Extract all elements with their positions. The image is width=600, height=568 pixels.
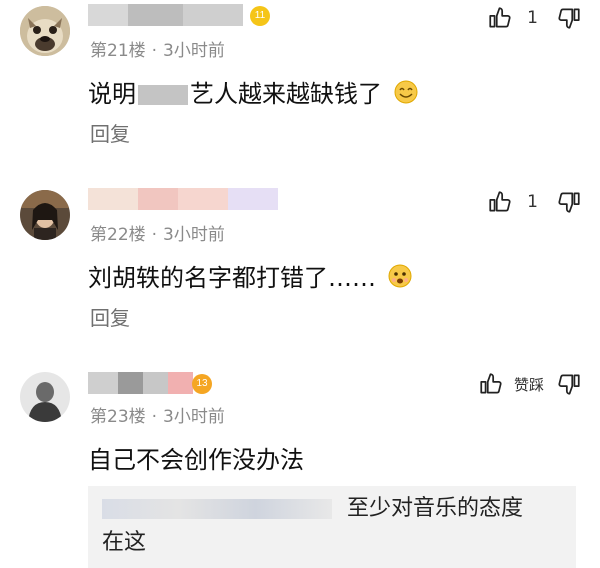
- floor-number: 第21楼: [90, 41, 146, 61]
- vote-actions: 1: [487, 3, 582, 33]
- quoted-reply[interactable]: 至少对音乐的态度 在这: [88, 486, 576, 568]
- quoted-text-line2: 在这: [102, 530, 147, 555]
- comment-text: 刘胡轶的名字都打错了……: [88, 258, 412, 294]
- quoted-text: 至少对音乐的态度: [347, 496, 524, 521]
- like-label[interactable]: 赞: [514, 374, 529, 395]
- separator-dot: ·: [151, 225, 158, 245]
- thumb-down-icon[interactable]: [556, 371, 582, 397]
- redacted-text: [138, 85, 188, 105]
- floor-number: 第23楼: [90, 407, 146, 427]
- username-blurred[interactable]: [88, 188, 288, 212]
- avatar[interactable]: [20, 190, 70, 240]
- vote-actions: 赞踩: [478, 369, 582, 399]
- separator-dot: ·: [151, 41, 158, 61]
- dislike-label[interactable]: 踩: [529, 374, 544, 395]
- like-count: 1: [527, 192, 538, 212]
- username-blurred[interactable]: [88, 372, 198, 396]
- post-time: 3小时前: [163, 225, 225, 245]
- comment-floor-23: 13 赞踩 第23楼 · 3小时前 自己不会创作没办法 至少对音乐的态度 在这: [0, 362, 600, 568]
- level-badge: 11: [250, 6, 270, 26]
- avatar[interactable]: [20, 372, 70, 422]
- comment-text-part: 艺人越来越缺钱了: [190, 80, 382, 108]
- separator-dot: ·: [151, 407, 158, 427]
- quoted-reply-line: 至少对音乐的态度: [102, 492, 562, 526]
- comment-text-part: 刘胡轶的名字都打错了……: [88, 264, 376, 292]
- comment-meta: 第22楼 · 3小时前: [90, 220, 225, 245]
- level-badge: 13: [192, 374, 212, 394]
- like-count: 1: [527, 8, 538, 28]
- comment-text: 说明 艺人越来越缺钱了: [88, 74, 418, 110]
- thumb-up-icon[interactable]: [487, 5, 513, 31]
- comment-floor-21: 11 1 第21楼 · 3小时前 说明 艺人越来越缺钱了 回复: [0, 0, 600, 170]
- username-blurred[interactable]: [88, 4, 248, 28]
- floor-number: 第22楼: [90, 225, 146, 245]
- post-time: 3小时前: [163, 407, 225, 427]
- comment-text-part: 说明: [88, 80, 136, 108]
- redacted-username: [102, 499, 332, 519]
- comment-text: 自己不会创作没办法: [88, 446, 304, 474]
- comment-meta: 第23楼 · 3小时前: [90, 402, 225, 427]
- shock-emoji-icon: [388, 264, 412, 294]
- reply-button[interactable]: 回复: [90, 302, 130, 331]
- thumb-down-icon[interactable]: [556, 189, 582, 215]
- smile-emoji-icon: [394, 80, 418, 110]
- thumb-down-icon[interactable]: [556, 5, 582, 31]
- thumb-up-icon[interactable]: [487, 189, 513, 215]
- comment-floor-22: 1 第22楼 · 3小时前 刘胡轶的名字都打错了…… 回复: [0, 180, 600, 350]
- post-time: 3小时前: [163, 41, 225, 61]
- avatar[interactable]: [20, 6, 70, 56]
- vote-actions: 1: [487, 187, 582, 217]
- reply-button[interactable]: 回复: [90, 118, 130, 147]
- thumb-up-icon[interactable]: [478, 371, 504, 397]
- comment-meta: 第21楼 · 3小时前: [90, 36, 225, 61]
